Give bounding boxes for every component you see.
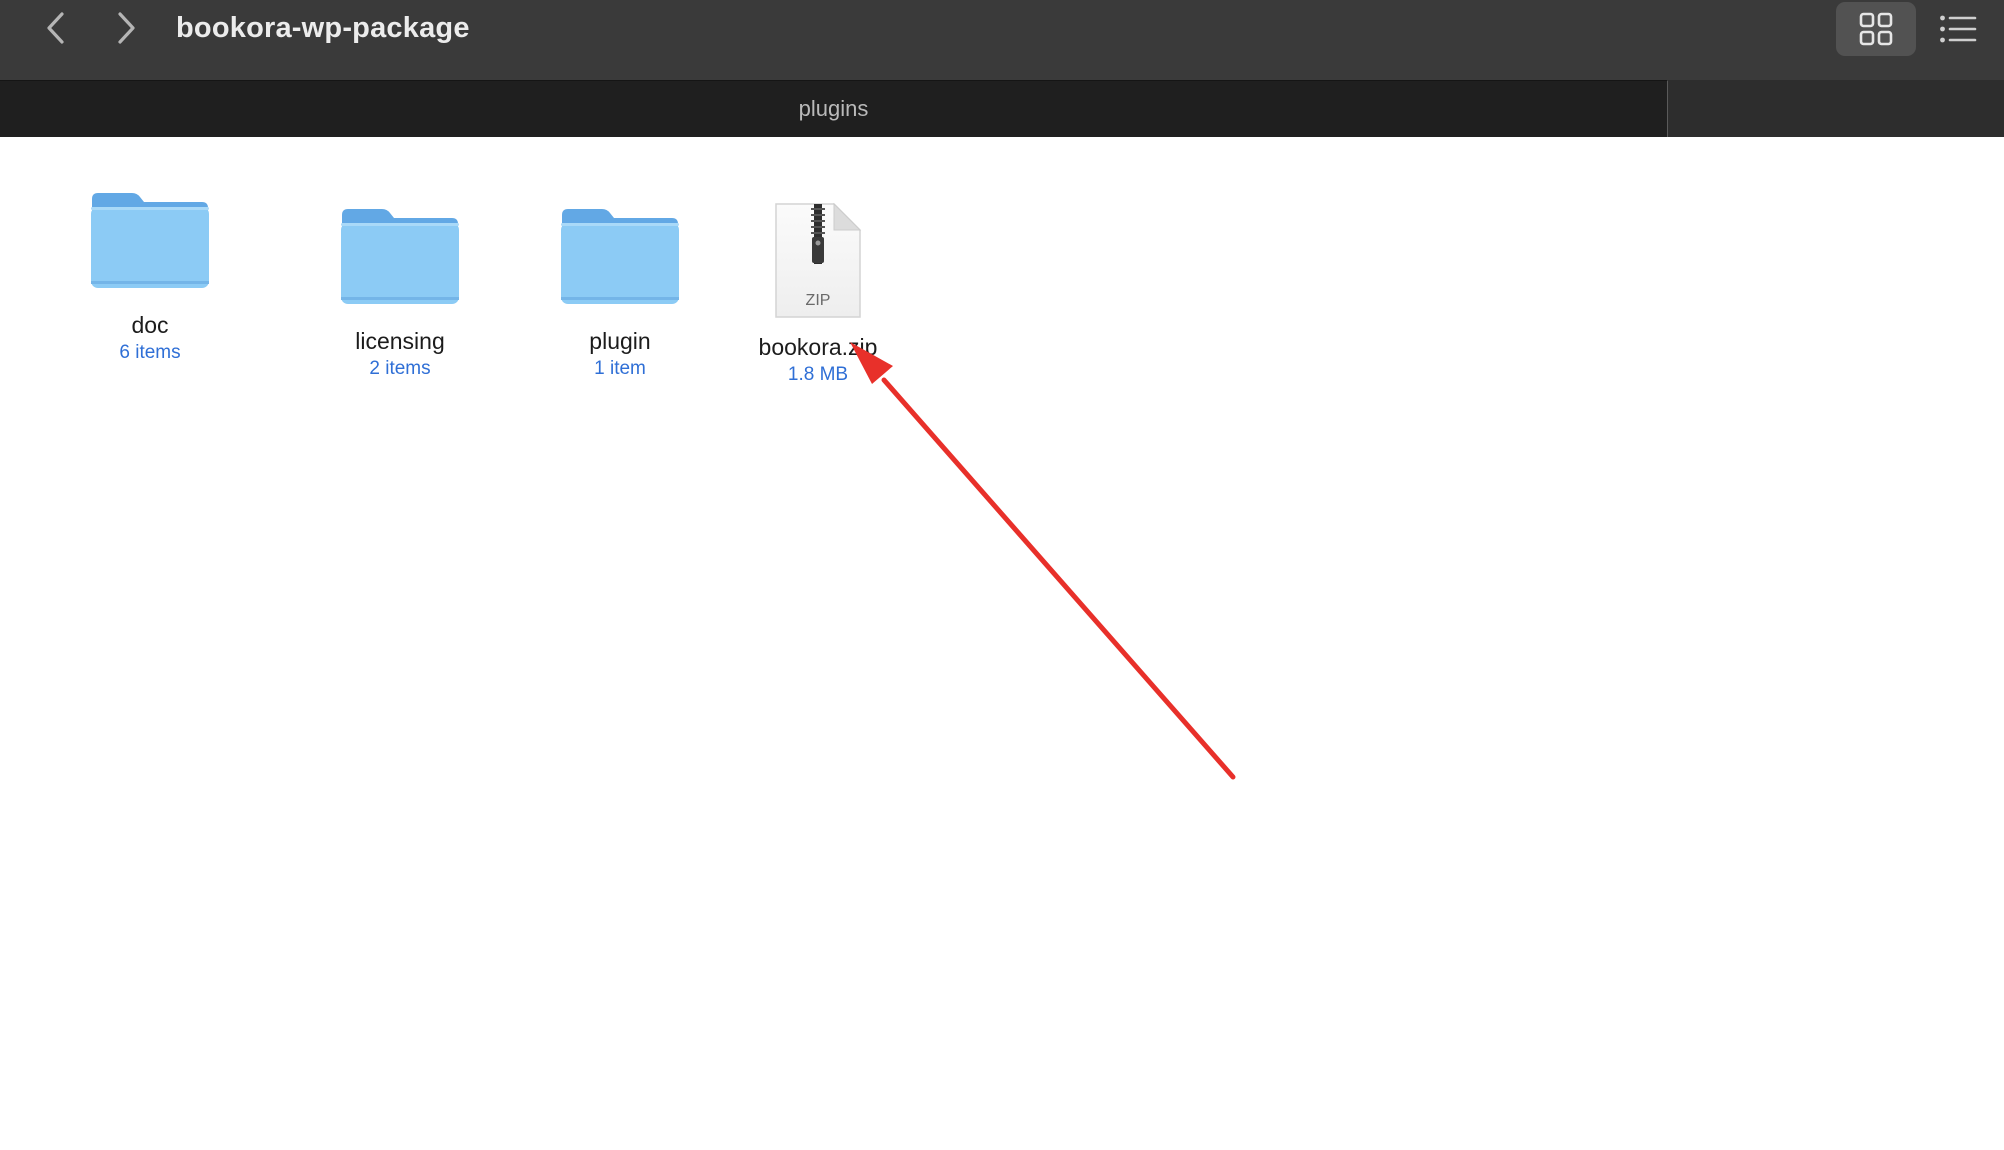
chevron-left-icon <box>47 12 64 44</box>
folder-icon <box>91 193 209 288</box>
finder-window: bookora-wp-package plugins doc 6 items l… <box>0 0 2004 1150</box>
list-view-icon <box>1940 15 1977 43</box>
folder-item-licensing[interactable]: licensing 2 items <box>332 203 468 381</box>
item-meta: 2 items <box>369 358 431 379</box>
item-meta: 1 item <box>594 358 646 379</box>
tab-bar: plugins <box>0 80 2004 137</box>
grid-view-button[interactable] <box>1836 2 1916 56</box>
zip-label: ZIP <box>806 292 831 309</box>
zip-file-icon: ZIP <box>775 202 862 318</box>
list-view-button[interactable] <box>1918 2 1998 56</box>
file-item-bookora-zip[interactable]: ZIP bookora.zip 1.8 MB <box>738 201 898 387</box>
forward-button[interactable] <box>104 8 148 48</box>
back-button[interactable] <box>34 8 78 48</box>
item-name: bookora.zip <box>758 334 878 360</box>
folder-item-doc[interactable]: doc 6 items <box>82 187 218 365</box>
tab-plugins[interactable]: plugins <box>0 80 1668 137</box>
item-name: doc <box>131 312 169 338</box>
folder-icon <box>561 209 679 304</box>
item-meta: 6 items <box>119 342 181 363</box>
item-meta: 1.8 MB <box>787 364 849 385</box>
chevron-right-icon <box>118 12 135 44</box>
item-name: plugin <box>589 328 651 354</box>
title-bar: bookora-wp-package <box>0 0 2004 80</box>
item-name: licensing <box>355 328 445 354</box>
grid-view-icon <box>1859 12 1893 46</box>
folder-icon <box>341 209 459 304</box>
file-grid: doc 6 items licensing 2 items plugin 1 i… <box>0 137 2004 1150</box>
window-title: bookora-wp-package <box>176 12 470 44</box>
folder-item-plugin[interactable]: plugin 1 item <box>552 203 688 381</box>
tab-label: plugins <box>798 96 869 121</box>
